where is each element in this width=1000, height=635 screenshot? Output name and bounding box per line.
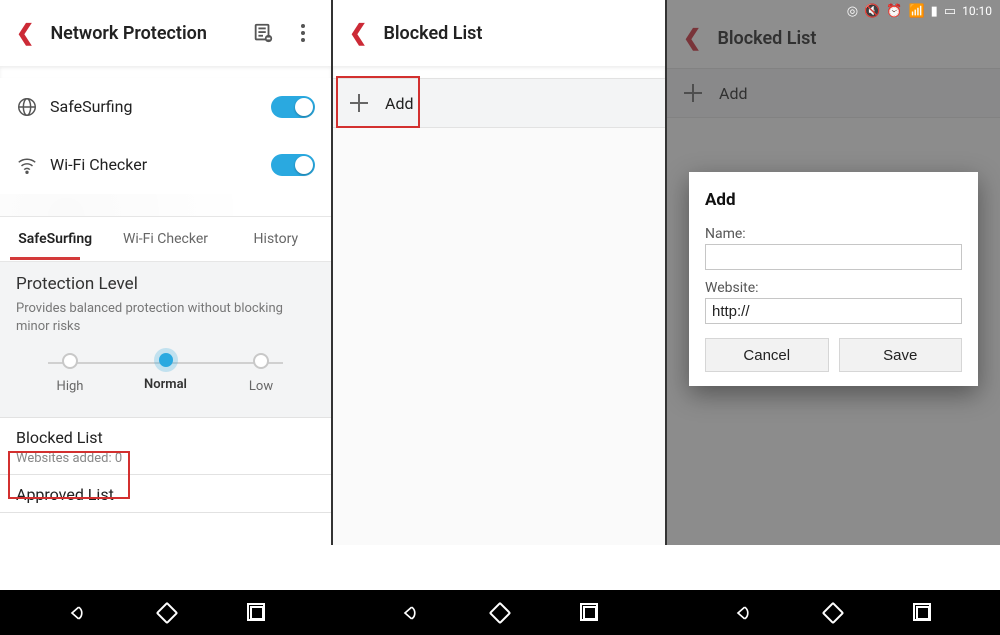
signal-icon: ▮ — [931, 4, 938, 19]
save-button[interactable]: Save — [839, 338, 963, 372]
protection-slider[interactable]: High Normal Low — [16, 353, 315, 399]
alarm-icon: ⏰ — [886, 4, 902, 19]
tab-wifichecker[interactable]: Wi-Fi Checker — [110, 218, 220, 260]
wifi-icon: 📶 — [908, 4, 924, 19]
tab-safesurfing[interactable]: SafeSurfing — [0, 218, 110, 260]
approved-list-row[interactable]: Approved List — [0, 475, 331, 513]
blocked-list-row[interactable]: Blocked List Websites added: 0 — [0, 418, 331, 475]
toggle-safesurfing[interactable] — [271, 96, 315, 118]
feature-label: SafeSurfing — [50, 97, 271, 116]
nav-back-icon[interactable] — [67, 603, 87, 623]
slider-label-low: Low — [249, 379, 273, 394]
slider-label-normal: Normal — [144, 377, 187, 392]
website-input[interactable] — [705, 298, 962, 324]
nav-home-icon[interactable] — [157, 603, 177, 623]
nav-back-icon[interactable] — [733, 603, 753, 623]
clock-text: 10:10 — [962, 4, 992, 18]
toggle-wifichecker[interactable] — [271, 154, 315, 176]
slider-label-high: High — [57, 379, 84, 394]
back-icon[interactable]: ❮ — [16, 21, 34, 46]
website-label: Website: — [705, 280, 962, 296]
add-dialog: Add Name: Website: Cancel Save — [689, 172, 978, 386]
row-title: Blocked List — [16, 428, 315, 447]
status-bar: ◎ 🔇 ⏰ 📶 ▮ ▭ 10:10 — [667, 0, 1000, 22]
name-input[interactable] — [705, 244, 962, 270]
wifi-icon — [16, 154, 38, 176]
nav-back-icon[interactable] — [400, 603, 420, 623]
tab-bar: SafeSurfing Wi-Fi Checker History — [0, 216, 331, 262]
add-row[interactable]: Add — [333, 78, 665, 128]
feature-wifichecker[interactable]: Wi-Fi Checker — [0, 136, 331, 194]
section-description: Provides balanced protection without blo… — [16, 300, 315, 335]
overflow-menu-icon[interactable] — [291, 21, 315, 45]
name-label: Name: — [705, 226, 962, 242]
page-title: Blocked List — [383, 23, 649, 44]
feature-safesurfing[interactable]: SafeSurfing — [0, 78, 331, 136]
nav-home-icon[interactable] — [823, 603, 843, 623]
page-title: Network Protection — [50, 23, 235, 44]
battery-icon: ▭ — [944, 4, 956, 19]
tab-history[interactable]: History — [221, 218, 331, 260]
globe-icon — [16, 96, 38, 118]
feature-label: Wi-Fi Checker — [50, 155, 271, 174]
android-nav-bar — [0, 590, 1000, 635]
volume-mute-icon: 🔇 — [864, 4, 880, 19]
nav-recent-icon[interactable] — [913, 603, 933, 623]
nav-home-icon[interactable] — [490, 603, 510, 623]
plus-icon — [347, 91, 371, 115]
log-icon[interactable] — [251, 21, 275, 45]
add-label: Add — [385, 94, 413, 113]
cancel-button[interactable]: Cancel — [705, 338, 829, 372]
row-title: Approved List — [16, 485, 315, 504]
dialog-title: Add — [705, 190, 962, 210]
nav-recent-icon[interactable] — [580, 603, 600, 623]
sync-icon: ◎ — [847, 4, 858, 19]
row-subtitle: Websites added: 0 — [16, 451, 315, 466]
section-title: Protection Level — [16, 274, 315, 294]
back-icon[interactable]: ❮ — [349, 21, 367, 46]
nav-recent-icon[interactable] — [247, 603, 267, 623]
protection-level-section: Protection Level Provides balanced prote… — [0, 262, 331, 418]
